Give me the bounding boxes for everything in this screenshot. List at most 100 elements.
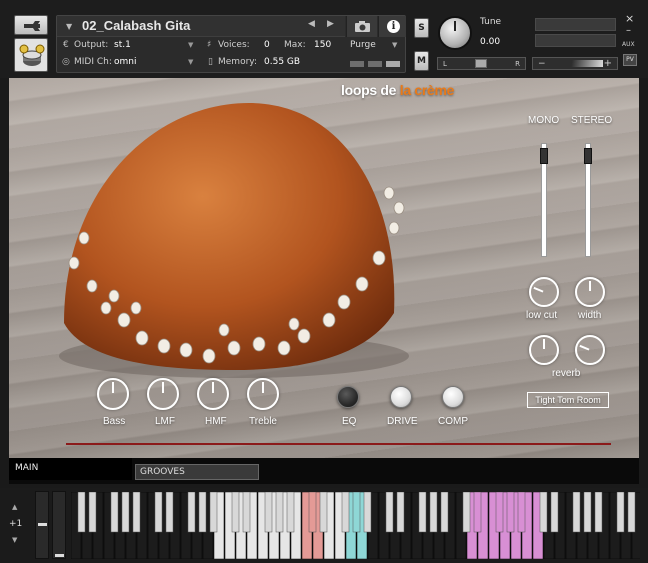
black-key[interactable] <box>165 492 174 533</box>
black-key[interactable] <box>275 492 284 533</box>
close-icon[interactable]: × <box>625 12 634 25</box>
keyboard-panel: ▲ +1 ▼ <box>0 488 648 563</box>
midi-channel-label: MIDI Ch: <box>74 57 112 67</box>
instrument-thumbnail-icon[interactable] <box>14 38 48 72</box>
output-value[interactable]: st.1 <box>114 40 131 50</box>
black-key[interactable] <box>231 492 240 533</box>
purge-button[interactable]: Purge ▼ <box>346 38 406 55</box>
knob-indicator <box>579 344 590 351</box>
black-key[interactable] <box>363 492 372 533</box>
black-key[interactable] <box>154 492 163 533</box>
black-key[interactable] <box>341 492 350 533</box>
eq-toggle[interactable] <box>337 386 359 408</box>
calabash-gourd-image <box>59 103 409 378</box>
bass-knob[interactable] <box>97 378 129 410</box>
next-instrument-button[interactable]: ▶ <box>327 19 334 29</box>
midi-dropdown-icon[interactable]: ▼ <box>188 58 193 66</box>
black-key[interactable] <box>473 492 482 533</box>
pan-slider[interactable]: L R <box>437 57 526 70</box>
black-key[interactable] <box>462 492 471 533</box>
black-key[interactable] <box>242 492 251 533</box>
wrench-icon[interactable] <box>14 15 48 35</box>
black-key[interactable] <box>132 492 141 533</box>
eq-label: EQ <box>342 416 357 427</box>
hmf-knob[interactable] <box>197 378 229 410</box>
black-key[interactable] <box>506 492 515 533</box>
black-key[interactable] <box>594 492 603 533</box>
treble-knob[interactable] <box>247 378 279 410</box>
drive-toggle[interactable] <box>390 386 412 408</box>
midi-channel-value[interactable]: omni <box>114 57 136 67</box>
pv-button[interactable]: PV <box>623 54 637 66</box>
reverb-size-knob[interactable] <box>575 335 605 365</box>
black-key[interactable] <box>88 492 97 533</box>
stereo-fader-handle[interactable] <box>584 148 592 164</box>
volume-wedge[interactable] <box>551 60 603 67</box>
black-key[interactable] <box>77 492 86 533</box>
black-key[interactable] <box>198 492 207 533</box>
info-button[interactable]: i <box>378 16 406 37</box>
black-key[interactable] <box>539 492 548 533</box>
tab-grooves[interactable]: GROOVES <box>135 464 259 480</box>
black-key[interactable] <box>396 492 405 533</box>
black-key[interactable] <box>385 492 394 533</box>
octave-up-button[interactable]: ▲ <box>12 503 17 511</box>
volume-slider[interactable]: − + <box>532 57 618 70</box>
volume-plus-icon: + <box>603 58 612 69</box>
max-voices-value[interactable]: 150 <box>314 40 331 50</box>
black-key[interactable] <box>616 492 625 533</box>
instrument-menu-arrow-icon[interactable]: ▼ <box>66 22 72 31</box>
black-key[interactable] <box>627 492 636 533</box>
instrument-name-bar[interactable]: ▼ 02_Calabash Gita ◀ ▶ <box>57 16 345 37</box>
purge-indicator <box>368 61 382 67</box>
black-key[interactable] <box>429 492 438 533</box>
memory-icon: ▯ <box>208 57 213 67</box>
aux-button[interactable]: AUX <box>622 41 635 48</box>
piano-keys[interactable] <box>71 492 640 559</box>
octave-value: +1 <box>9 519 23 529</box>
previous-instrument-button[interactable]: ◀ <box>308 19 315 29</box>
modulation-wheel[interactable] <box>52 491 66 559</box>
black-key[interactable] <box>308 492 317 533</box>
black-key[interactable] <box>517 492 526 533</box>
low-cut-knob[interactable] <box>529 277 559 307</box>
black-key[interactable] <box>209 492 218 533</box>
black-key[interactable] <box>110 492 119 533</box>
output-dropdown-icon[interactable]: ▼ <box>188 41 193 49</box>
black-key[interactable] <box>440 492 449 533</box>
hmf-label: HMF <box>205 416 227 427</box>
mute-button[interactable]: M <box>414 51 429 71</box>
tune-knob[interactable] <box>438 16 472 50</box>
tab-main[interactable]: MAIN <box>9 458 132 480</box>
black-key[interactable] <box>583 492 592 533</box>
black-key[interactable] <box>495 492 504 533</box>
black-key[interactable] <box>264 492 273 533</box>
mono-fader-handle[interactable] <box>540 148 548 164</box>
lmf-knob[interactable] <box>147 378 179 410</box>
midi-row: ◎ MIDI Ch: omni ▼ ▯ Memory: 0.55 GB <box>57 55 345 72</box>
reverb-room-selector[interactable]: Tight Tom Room <box>527 392 609 408</box>
black-key[interactable] <box>121 492 130 533</box>
minimize-icon[interactable]: – <box>626 25 631 36</box>
black-key[interactable] <box>418 492 427 533</box>
solo-button[interactable]: S <box>414 18 429 38</box>
mono-label: MONO <box>528 115 560 126</box>
width-knob[interactable] <box>575 277 605 307</box>
knob-indicator <box>162 382 164 393</box>
volume-minus-icon: − <box>538 59 546 69</box>
black-key[interactable] <box>286 492 295 533</box>
instrument-name[interactable]: 02_Calabash Gita <box>82 18 190 33</box>
tune-value[interactable]: 0.00 <box>480 37 500 47</box>
black-key[interactable] <box>187 492 196 533</box>
black-key[interactable] <box>352 492 361 533</box>
camera-icon[interactable] <box>346 16 377 37</box>
comp-toggle[interactable] <box>442 386 464 408</box>
reverb-level-knob[interactable] <box>529 335 559 365</box>
pan-handle[interactable] <box>475 59 487 68</box>
pitch-bend-wheel[interactable] <box>35 491 49 559</box>
octave-down-button[interactable]: ▼ <box>12 536 17 544</box>
width-label: width <box>578 310 602 321</box>
black-key[interactable] <box>550 492 559 533</box>
black-key[interactable] <box>572 492 581 533</box>
black-key[interactable] <box>319 492 328 533</box>
